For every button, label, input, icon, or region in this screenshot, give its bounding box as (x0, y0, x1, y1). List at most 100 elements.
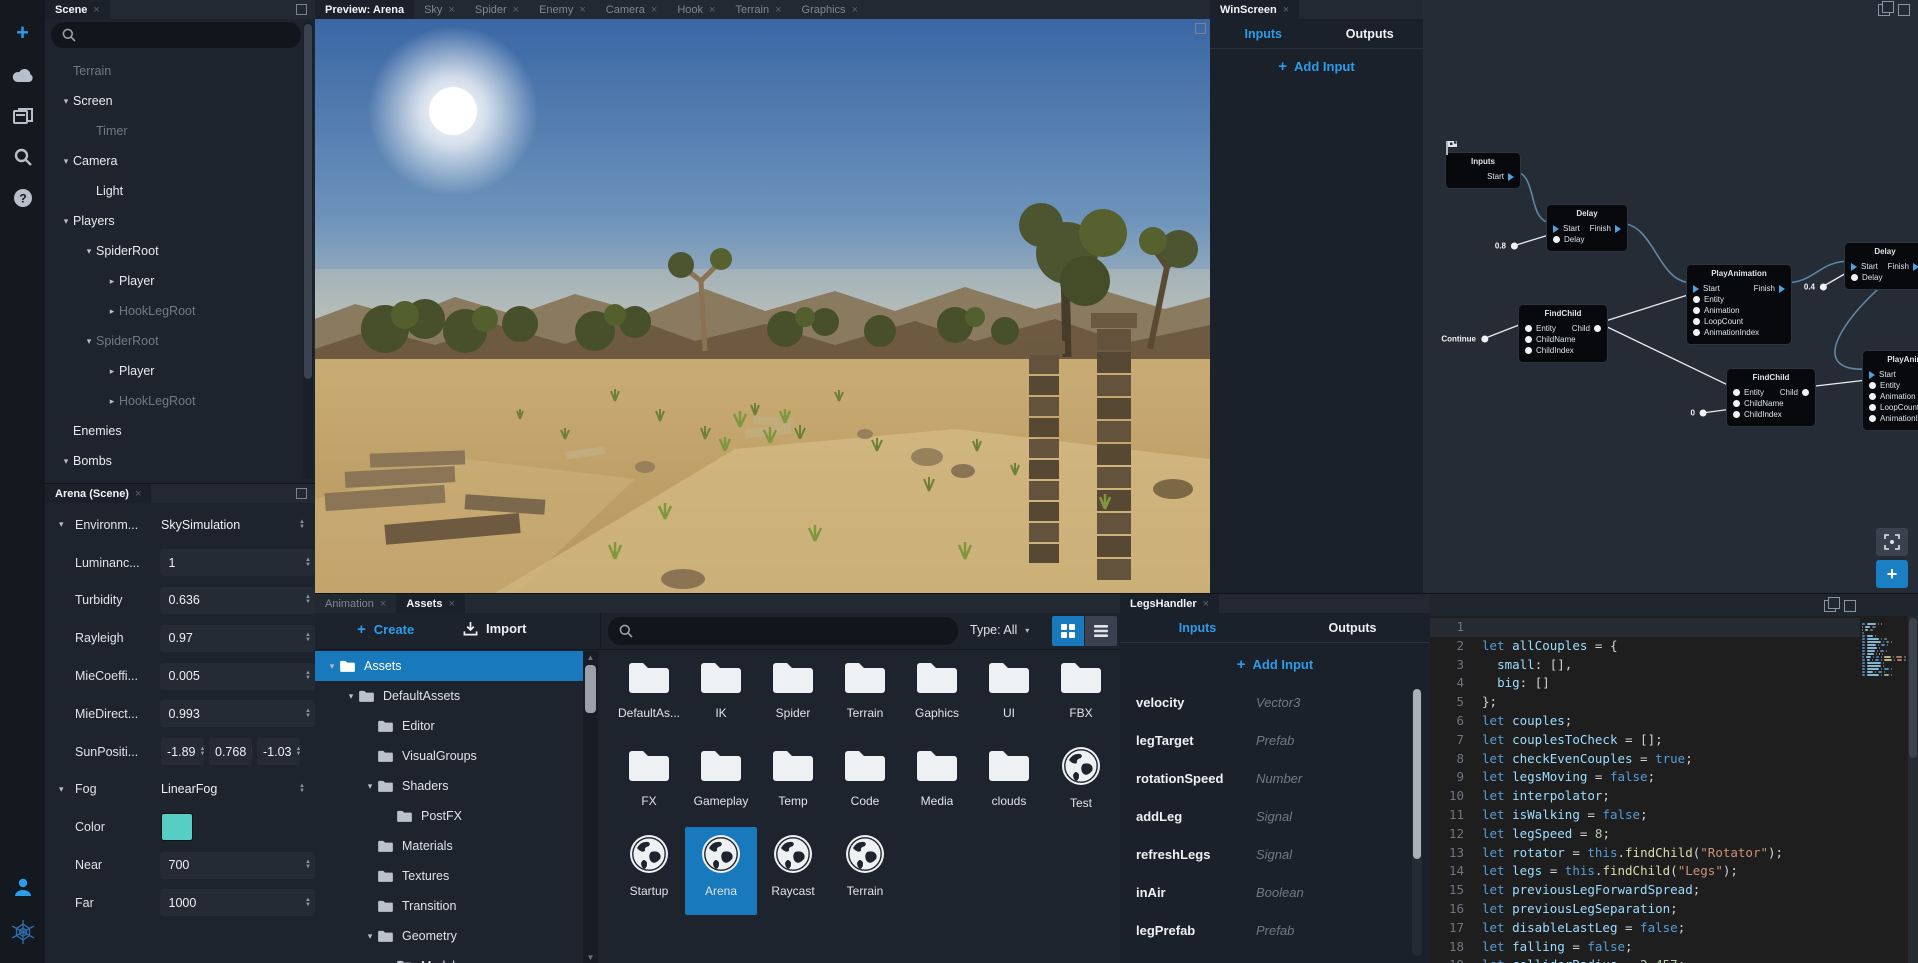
stepper-down-icon[interactable]: ▼ (305, 637, 311, 643)
close-icon[interactable]: × (513, 4, 519, 16)
scene-tree-item[interactable]: Terrain (45, 56, 301, 86)
asset-item-media[interactable]: Media (901, 739, 973, 827)
node-graph-panel[interactable]: Inputs Start Delay Start Finish Delay PlayAnim… (1423, 0, 1918, 593)
stepper-down-icon[interactable]: ▼ (305, 675, 311, 681)
tab-legshandler[interactable]: LegsHandler × (1120, 594, 1220, 613)
asset-item-fbx[interactable]: FBX (1045, 651, 1117, 739)
tab-inputs[interactable]: Inputs (1120, 613, 1275, 642)
asset-item-spider[interactable]: Spider (757, 651, 829, 739)
chevron-down-icon[interactable]: ▾ (344, 691, 358, 702)
add-node-button[interactable]: + (1876, 560, 1908, 588)
scene-tree-item[interactable]: Light (45, 176, 301, 206)
stepper-icon[interactable]: ▲▼ (301, 557, 311, 568)
asset-item-startup[interactable]: Startup (613, 827, 685, 915)
graph-node-delay[interactable]: Delay Start Finish Delay (1546, 204, 1628, 252)
chevron-down-icon[interactable]: ▾ (363, 931, 377, 942)
output-port-child[interactable]: Child (1780, 388, 1809, 397)
legshandler-scrollbar[interactable] (1412, 689, 1422, 956)
assets-tree-item[interactable]: Transition (315, 891, 583, 921)
list-view-button[interactable] (1085, 616, 1117, 646)
scene-tree-item[interactable]: ▸ HookLegRoot (45, 386, 301, 416)
input-port-childname[interactable]: ChildName (1733, 399, 1784, 408)
maximize-icon[interactable] (1844, 600, 1856, 612)
tab-sky[interactable]: Sky × (414, 0, 465, 19)
stepper-down-icon[interactable]: ▼ (305, 599, 311, 605)
chevron-down-icon[interactable]: ▾ (59, 456, 73, 467)
graph-node-playanimation[interactable]: PlayAnimationStartFinishEntityAnimationL… (1686, 264, 1792, 345)
graph-node-inputs[interactable]: Inputs Start (1445, 152, 1521, 189)
tab-outputs[interactable]: Outputs (1317, 19, 1424, 48)
cloud-icon[interactable] (0, 58, 45, 92)
close-icon[interactable]: × (448, 4, 454, 16)
close-icon[interactable]: × (579, 4, 585, 16)
asset-item-gaphics[interactable]: Gaphics (901, 651, 973, 739)
asset-item-defaultas-[interactable]: DefaultAs... (613, 651, 685, 739)
chevron-down-icon[interactable]: ▾ (59, 96, 73, 107)
tab-terrain[interactable]: Terrain × (725, 0, 791, 19)
io-row-legtarget[interactable]: legTarget Prefab (1120, 721, 1404, 759)
close-icon[interactable]: × (93, 4, 99, 16)
output-port-finish[interactable]: Finish (1754, 284, 1785, 293)
add-input-button[interactable]: + Add Input (1210, 58, 1423, 75)
dock-icon[interactable] (296, 488, 307, 499)
stepper-icon[interactable]: ▲▼ (301, 632, 311, 643)
input-port-start[interactable]: Start (1553, 224, 1580, 233)
input-port-entity[interactable]: Entity (1693, 295, 1724, 304)
asset-item-terrain[interactable]: Terrain (829, 651, 901, 739)
tab-graphics[interactable]: Graphics × (792, 0, 868, 19)
stepper-down-icon[interactable]: ▼ (296, 751, 301, 757)
io-row-inair[interactable]: inAir Boolean (1120, 873, 1404, 911)
chevron-down-icon[interactable]: ▾ (325, 661, 339, 672)
output-port-finish[interactable]: Finish (1590, 224, 1621, 233)
stepper-down-icon[interactable]: ▼ (305, 864, 311, 870)
stepper-down-icon[interactable]: ▼ (305, 902, 311, 908)
input-port-animation[interactable]: Animation (1693, 306, 1740, 315)
assets-tree-item[interactable]: ▾ DefaultAssets (315, 681, 583, 711)
property-vector-field[interactable]: -1.03 ▲ ▼ (257, 738, 301, 766)
input-port-entity[interactable]: Entity (1733, 388, 1764, 397)
property-value-dropdown[interactable]: SkySimulation (161, 518, 240, 532)
tab-arena-scene[interactable]: Arena (Scene) × (45, 484, 152, 503)
close-icon[interactable]: × (448, 598, 454, 610)
asset-item-ik[interactable]: IK (685, 651, 757, 739)
scene-tree-item[interactable]: ▸ HookLegRoot (45, 296, 301, 326)
scene-scrollbar[interactable] (303, 22, 313, 479)
assets-tree-item[interactable]: Models (315, 951, 583, 963)
restore-icon[interactable] (1824, 597, 1840, 612)
stepper-icon[interactable]: ▲▼ (295, 519, 305, 530)
asset-item-temp[interactable]: Temp (757, 739, 829, 827)
graph-constant[interactable]: 0.8 (1495, 242, 1518, 251)
scene-tree-item[interactable]: Timer (45, 116, 301, 146)
chevron-down-icon[interactable]: ▾ (363, 781, 377, 792)
chevron-down-icon[interactable]: ▾ (59, 156, 73, 167)
property-value-field[interactable]: 0.97 ▲ ▼ (159, 624, 315, 652)
property-value-dropdown[interactable]: LinearFog (161, 782, 217, 796)
chevron-down-icon[interactable]: ▾ (82, 336, 96, 347)
input-port-entity[interactable]: Entity (1869, 381, 1900, 390)
property-value-field[interactable]: 0.993 ▲ ▼ (159, 700, 315, 728)
close-icon[interactable]: × (1203, 598, 1209, 610)
scene-tree-item[interactable]: ▾ Camera (45, 146, 301, 176)
type-filter-dropdown[interactable]: Type: All ▾ (970, 623, 1029, 637)
property-value-field[interactable]: 0.636 ▲ ▼ (159, 586, 315, 614)
close-icon[interactable]: × (135, 488, 141, 500)
windows-icon[interactable] (0, 99, 45, 133)
create-button[interactable]: + Create (357, 621, 414, 638)
stepper-down-icon[interactable]: ▼ (250, 751, 252, 757)
property-vector-field[interactable]: -1.89 ▲ ▼ (161, 738, 204, 766)
input-port-childindex[interactable]: ChildIndex (1733, 410, 1782, 419)
input-port-animationindex[interactable]: AnimationIndex (1869, 414, 1918, 423)
chevron-down-icon[interactable]: ▾ (82, 246, 96, 257)
property-value-field[interactable]: 700 ▲ ▼ (159, 851, 315, 879)
input-port-loopcount[interactable]: LoopCount (1693, 317, 1743, 326)
assets-tree-item[interactable]: ▾ Geometry (315, 921, 583, 951)
assets-tree-scrollbar[interactable]: ▲ ▼ (583, 651, 598, 963)
graph-node-playanimation[interactable]: PlayAnimationStartFinishEntityAnimationL… (1862, 350, 1918, 431)
io-row-refreshlegs[interactable]: refreshLegs Signal (1120, 835, 1404, 873)
stepper-down-icon[interactable]: ▼ (305, 713, 311, 719)
asset-item-test[interactable]: Test (1045, 739, 1117, 827)
code-scrollbar[interactable] (1908, 616, 1918, 963)
spiderweb-logo-icon[interactable] (0, 915, 45, 949)
scene-search-input[interactable] (51, 22, 301, 48)
input-port-delay[interactable]: Delay (1553, 235, 1584, 244)
